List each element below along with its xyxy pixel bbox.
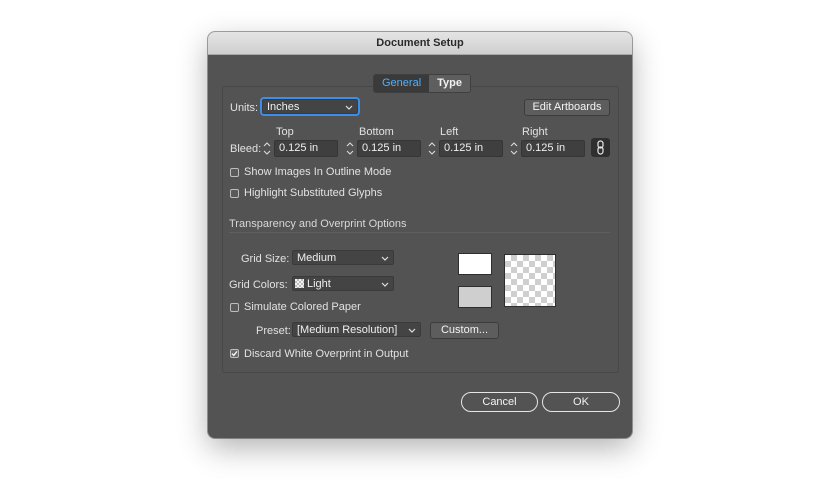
units-select[interactable]: Inches [260,97,360,116]
highlight-glyphs-label: Highlight Substituted Glyphs [244,187,383,199]
grid-color-swatch-top[interactable] [458,253,492,275]
dialog-title: Document Setup [208,32,632,55]
edit-artboards-button[interactable]: Edit Artboards [524,99,610,116]
bleed-bottom-input[interactable]: 0.125 in [357,140,421,157]
grid-size-label: Grid Size: [241,253,290,265]
simulate-paper-checkbox[interactable] [230,303,239,312]
chevron-down-icon [381,256,389,261]
show-images-outline-checkbox[interactable] [230,168,239,177]
bleed-right-input[interactable]: 0.125 in [521,140,585,157]
grid-size-value: Medium [297,252,337,264]
tab-general[interactable]: General [374,75,430,92]
grid-colors-select[interactable]: Light [292,276,394,291]
preset-label: Preset: [256,325,291,337]
bleed-left-input[interactable]: 0.125 in [439,140,503,157]
link-bleed-button[interactable] [591,138,610,157]
section-divider [229,232,610,233]
bleed-right-stepper-icon[interactable] [509,140,519,157]
preset-select[interactable]: [Medium Resolution] [292,322,421,337]
units-value: Inches [267,101,300,113]
chain-link-icon [597,140,604,155]
discard-white-label: Discard White Overprint in Output [244,348,409,360]
document-setup-dialog: Document Setup General Type Units: Inche… [208,32,632,438]
bleed-left-label: Left [440,126,459,138]
highlight-glyphs-checkbox[interactable] [230,189,239,198]
units-label: Units: [230,102,259,114]
checker-swatch-icon [295,279,304,288]
simulate-paper-label: Simulate Colored Paper [244,301,361,313]
bleed-left-stepper-icon[interactable] [427,140,437,157]
preset-value: [Medium Resolution] [297,324,398,336]
custom-button[interactable]: Custom... [430,322,499,339]
grid-color-swatch-bottom[interactable] [458,286,492,308]
bleed-bottom-label: Bottom [359,126,394,138]
bleed-label: Bleed: [230,143,262,155]
tab-type[interactable]: Type [429,75,470,92]
transparency-grid-preview [504,254,556,307]
chevron-down-icon [381,282,389,287]
bleed-top-input[interactable]: 0.125 in [274,140,338,157]
bleed-bottom-stepper-icon[interactable] [345,140,355,157]
checkmark-icon [231,350,238,357]
chevron-down-icon [408,328,416,333]
transparency-section-title: Transparency and Overprint Options [229,218,407,230]
bleed-top-stepper-icon[interactable] [262,140,272,157]
cancel-button[interactable]: Cancel [461,392,538,412]
discard-white-checkbox[interactable] [230,349,239,358]
ok-button[interactable]: OK [542,392,620,412]
show-images-outline-label: Show Images In Outline Mode [244,166,392,178]
grid-size-select[interactable]: Medium [292,250,394,265]
chevron-down-icon [345,105,353,110]
bleed-right-label: Right [522,126,548,138]
bleed-top-label: Top [276,126,294,138]
grid-colors-label: Grid Colors: [229,279,288,291]
tab-bar: General Type [373,74,471,93]
grid-colors-value: Light [307,278,331,290]
